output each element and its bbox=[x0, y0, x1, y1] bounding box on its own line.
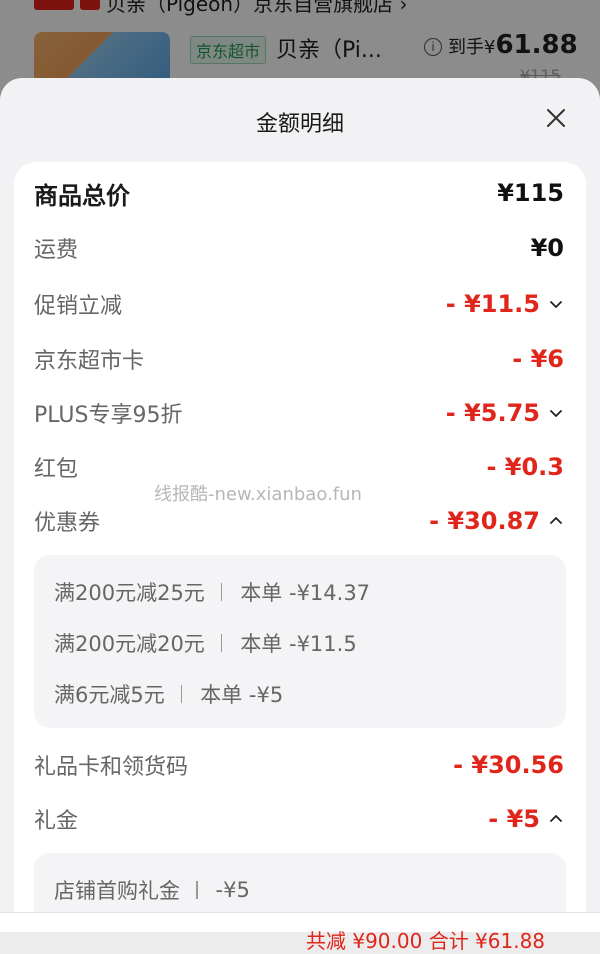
total-label: 商品总价 bbox=[34, 181, 130, 210]
promo-value: - ¥11.5 bbox=[445, 290, 540, 318]
promo-value-wrap: - ¥11.5 bbox=[446, 290, 564, 318]
coupon-label: 优惠券 bbox=[34, 511, 101, 536]
close-icon bbox=[547, 109, 565, 127]
supermarket-card-label: 京东超市卡 bbox=[34, 349, 145, 374]
chevron-down-icon[interactable] bbox=[548, 405, 564, 421]
giftmoney-value-wrap: - ¥5 bbox=[488, 805, 564, 833]
plus-label: PLUS专享95折 bbox=[34, 403, 183, 428]
supermarket-card-row: 京东超市卡 - ¥6 bbox=[34, 339, 564, 379]
divider bbox=[220, 634, 223, 652]
amount-card: 商品总价 ¥115 运费 ¥0 促销立减 - ¥11.5 京东超市卡 - ¥6 … bbox=[14, 162, 586, 931]
plus-value: - ¥5.75 bbox=[445, 399, 540, 427]
coupon-details: 满200元减25元 本单 -¥14.37 满200元减20元 本单 -¥11.5 满… bbox=[34, 555, 566, 728]
coupon-detail-name: 满200元减25元 bbox=[54, 581, 205, 605]
coupon-value: - ¥30.87 bbox=[429, 507, 540, 535]
giftmoney-detail-name: 店铺首购礼金 bbox=[54, 879, 180, 903]
promo-row[interactable]: 促销立减 - ¥11.5 bbox=[34, 284, 564, 324]
coupon-detail-amount: 本单 -¥11.5 bbox=[240, 632, 357, 656]
coupon-detail-name: 满200元减20元 bbox=[54, 632, 205, 656]
coupon-detail-amount: 本单 -¥5 bbox=[200, 683, 284, 707]
sheet-title: 金额明细 bbox=[255, 112, 344, 137]
chevron-down-icon[interactable] bbox=[548, 296, 564, 312]
giftmoney-value: - ¥5 bbox=[488, 805, 540, 833]
giftmoney-detail-item: 店铺首购礼金 -¥5 bbox=[54, 875, 250, 905]
divider bbox=[196, 881, 198, 899]
total-value: ¥115 bbox=[497, 179, 564, 207]
coupon-detail-item: 满6元减5元 本单 -¥5 bbox=[54, 679, 283, 709]
chevron-up-icon[interactable] bbox=[548, 513, 564, 529]
supermarket-card-value: - ¥6 bbox=[512, 345, 564, 373]
shipping-label: 运费 bbox=[34, 238, 79, 263]
amount-detail-sheet: 金额明细 商品总价 ¥115 运费 ¥0 促销立减 - ¥11.5 京东超市卡 … bbox=[0, 78, 600, 931]
coupon-value-wrap: - ¥30.87 bbox=[429, 507, 564, 535]
coupon-detail-item: 满200元减20元 本单 -¥11.5 bbox=[54, 628, 357, 658]
coupon-detail-amount: 本单 -¥14.37 bbox=[240, 581, 371, 605]
giftmoney-detail-amount: -¥5 bbox=[215, 878, 250, 902]
giftcard-row: 礼品卡和领货码 - ¥30.56 bbox=[34, 745, 564, 785]
close-button[interactable] bbox=[542, 104, 570, 132]
bottom-summary-bar: 共减 ¥90.00 合计 ¥61.88 bbox=[0, 912, 600, 953]
divider bbox=[180, 685, 183, 703]
total-row: 商品总价 ¥115 bbox=[34, 173, 564, 213]
redpacket-row: 红包 - ¥0.3 bbox=[34, 447, 564, 487]
plus-discount-row[interactable]: PLUS专享95折 - ¥5.75 bbox=[34, 393, 564, 433]
plus-value-wrap: - ¥5.75 bbox=[446, 399, 564, 427]
chevron-up-icon[interactable] bbox=[548, 811, 564, 827]
shipping-value: ¥0 bbox=[530, 234, 564, 262]
giftcard-label: 礼品卡和领货码 bbox=[34, 755, 189, 780]
redpacket-label: 红包 bbox=[34, 457, 79, 482]
coupon-detail-name: 满6元减5元 bbox=[54, 683, 165, 707]
coupon-row[interactable]: 优惠券 - ¥30.87 bbox=[34, 501, 564, 541]
shipping-row: 运费 ¥0 bbox=[34, 228, 564, 268]
bottom-summary-text: 共减 ¥90.00 合计 ¥61.88 bbox=[306, 929, 546, 953]
giftmoney-label: 礼金 bbox=[34, 809, 79, 834]
giftcard-value: - ¥30.56 bbox=[453, 751, 564, 779]
promo-label: 促销立减 bbox=[34, 294, 123, 319]
divider bbox=[220, 583, 223, 601]
giftmoney-row[interactable]: 礼金 - ¥5 bbox=[34, 799, 564, 839]
redpacket-value: - ¥0.3 bbox=[486, 453, 564, 481]
coupon-detail-item: 满200元减25元 本单 -¥14.37 bbox=[54, 577, 370, 607]
